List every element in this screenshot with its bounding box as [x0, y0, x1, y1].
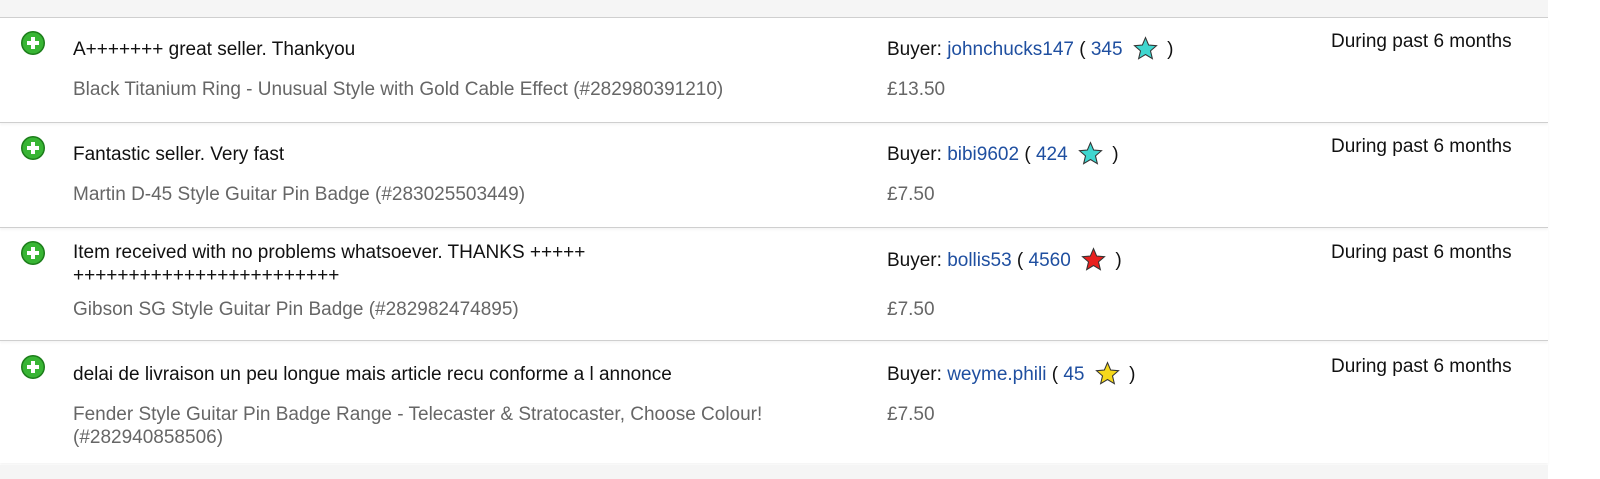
item-price: £7.50 — [887, 184, 935, 205]
feedback-row: delai de livraison un peu longue mais ar… — [0, 341, 1548, 463]
buyer-name-link[interactable]: johnchucks147 — [947, 39, 1074, 60]
buyer-score-link[interactable]: 45 — [1063, 364, 1084, 385]
feedback-row: Fantastic seller. Very fast Martin D-45 … — [0, 123, 1548, 228]
buyer-label: Buyer: — [887, 364, 942, 385]
feedback-period: During past 6 months — [1331, 136, 1512, 157]
positive-feedback-icon — [21, 241, 45, 265]
feedback-star-icon[interactable] — [1094, 361, 1120, 386]
item-title[interactable]: Fender Style Guitar Pin Badge Range - Te… — [73, 403, 853, 449]
paren-open: ( — [1016, 250, 1024, 271]
feedback-star-icon[interactable] — [1078, 141, 1103, 166]
buyer-info: Buyer: weyme.phili ( 45 ) — [887, 361, 1135, 386]
item-price: £7.50 — [887, 299, 935, 320]
feedback-star-icon[interactable] — [1081, 247, 1106, 272]
item-title[interactable]: Martin D-45 Style Guitar Pin Badge (#283… — [73, 183, 853, 206]
buyer-label: Buyer: — [887, 39, 942, 60]
buyer-score-link[interactable]: 4560 — [1029, 250, 1071, 271]
feedback-row: A+++++++ great seller. Thankyou Black Ti… — [0, 18, 1548, 123]
buyer-info: Buyer: bibi9602 ( 424 ) — [887, 141, 1119, 166]
paren-close: ) — [1129, 364, 1136, 385]
buyer-info: Buyer: johnchucks147 ( 345 ) — [887, 36, 1173, 61]
feedback-comment: Fantastic seller. Very fast — [73, 144, 285, 165]
positive-feedback-icon — [21, 31, 45, 55]
bottom-divider-bar — [0, 465, 1548, 479]
top-divider-bar — [0, 0, 1548, 18]
item-price: £7.50 — [887, 404, 935, 425]
positive-feedback-icon — [21, 355, 45, 379]
buyer-label: Buyer: — [887, 250, 942, 271]
paren-open: ( — [1024, 144, 1031, 165]
feedback-comment: A+++++++ great seller. Thankyou — [73, 39, 356, 60]
buyer-score-link[interactable]: 424 — [1036, 144, 1068, 165]
buyer-score-link[interactable]: 345 — [1091, 39, 1123, 60]
buyer-name-link[interactable]: weyme.phili — [947, 364, 1046, 385]
feedback-period: During past 6 months — [1331, 242, 1512, 263]
paren-open: ( — [1079, 39, 1086, 60]
feedback-row: Item received with no problems whatsoeve… — [0, 228, 1548, 341]
feedback-period: During past 6 months — [1331, 356, 1512, 377]
item-price: £13.50 — [887, 79, 946, 100]
positive-feedback-icon — [21, 136, 45, 160]
paren-close: ) — [1115, 250, 1122, 271]
item-title[interactable]: Gibson SG Style Guitar Pin Badge (#28298… — [73, 298, 853, 321]
item-title[interactable]: Black Titanium Ring - Unusual Style with… — [73, 78, 853, 101]
paren-close: ) — [1112, 144, 1119, 165]
feedback-comment: Item received with no problems whatsoeve… — [73, 242, 586, 286]
paren-open: ( — [1051, 364, 1059, 385]
buyer-name-link[interactable]: bibi9602 — [947, 144, 1019, 165]
feedback-period: During past 6 months — [1331, 31, 1512, 52]
feedback-comment: delai de livraison un peu longue mais ar… — [73, 364, 672, 385]
feedback-star-icon[interactable] — [1133, 36, 1158, 61]
buyer-name-link[interactable]: bollis53 — [947, 250, 1011, 271]
buyer-label: Buyer: — [887, 144, 942, 165]
buyer-info: Buyer: bollis53 ( 4560 ) — [887, 247, 1122, 272]
paren-close: ) — [1167, 39, 1174, 60]
